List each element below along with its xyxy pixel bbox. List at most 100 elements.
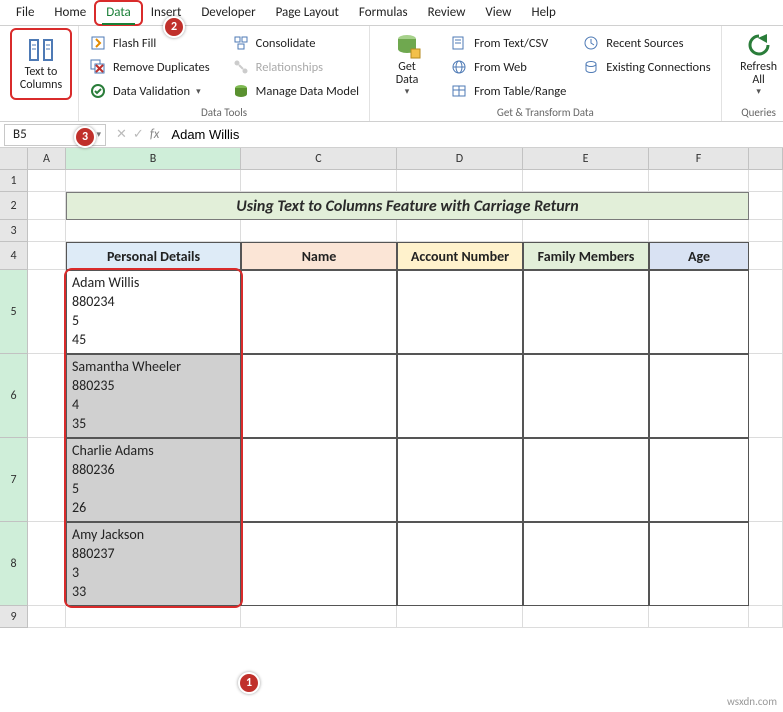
- col-D[interactable]: D: [397, 148, 523, 169]
- col-F[interactable]: F: [649, 148, 749, 169]
- relationships-label: Relationships: [256, 60, 323, 75]
- col-B[interactable]: B: [66, 148, 241, 169]
- from-text-csv-button[interactable]: From Text/CSV: [446, 32, 570, 54]
- recent-sources-icon: [582, 34, 600, 52]
- group-data-tools-label: Data Tools: [85, 105, 363, 121]
- header-name: Name: [241, 242, 397, 270]
- flash-fill-icon: [89, 34, 107, 52]
- row-7[interactable]: 7: [0, 438, 28, 522]
- col-G[interactable]: [749, 148, 783, 169]
- relationships-icon: [232, 58, 250, 76]
- cell-C6[interactable]: [241, 354, 397, 438]
- cell-F8[interactable]: [649, 522, 749, 606]
- flash-fill-button[interactable]: Flash Fill: [85, 32, 214, 54]
- cell-B7[interactable]: Charlie Adams 880236 5 26: [66, 438, 241, 522]
- cancel-formula-icon[interactable]: ✕: [116, 127, 127, 142]
- col-A[interactable]: A: [28, 148, 66, 169]
- cell-C8[interactable]: [241, 522, 397, 606]
- tab-insert[interactable]: Insert: [141, 2, 192, 24]
- spreadsheet-grid[interactable]: 1 2 3 4 5 6 7 8 9 Using Text to Columns …: [0, 170, 783, 628]
- col-C[interactable]: C: [241, 148, 397, 169]
- remove-duplicates-button[interactable]: Remove Duplicates: [85, 56, 214, 78]
- relationships-button: Relationships: [228, 56, 363, 78]
- group-queries-label: Queries: [728, 105, 783, 121]
- fx-icon[interactable]: fx: [150, 127, 160, 142]
- flash-fill-label: Flash Fill: [113, 36, 156, 51]
- tab-help[interactable]: Help: [521, 2, 565, 24]
- header-account-number: Account Number: [397, 242, 523, 270]
- cell-F7[interactable]: [649, 438, 749, 522]
- consolidate-button[interactable]: Consolidate: [228, 32, 363, 54]
- cell-E8[interactable]: [523, 522, 649, 606]
- tab-data[interactable]: Data: [96, 2, 141, 24]
- tab-developer[interactable]: Developer: [191, 2, 265, 24]
- cell-B6[interactable]: Samantha Wheeler 880235 4 35: [66, 354, 241, 438]
- menu-tabs: File Home Data Insert Developer Page Lay…: [0, 0, 783, 26]
- cell-B8[interactable]: Amy Jackson 880237 3 33: [66, 522, 241, 606]
- recent-sources-button[interactable]: Recent Sources: [578, 32, 714, 54]
- header-personal-details: Personal Details: [66, 242, 241, 270]
- column-headers: A B C D E F: [0, 148, 783, 170]
- ribbon: Text to Columns Flash Fill Remove Duplic…: [0, 26, 783, 122]
- get-data-button[interactable]: Get Data ▾: [376, 28, 438, 100]
- cell-F6[interactable]: [649, 354, 749, 438]
- tab-page-layout[interactable]: Page Layout: [266, 2, 349, 24]
- row-2[interactable]: 2: [0, 192, 28, 220]
- tab-home[interactable]: Home: [44, 2, 96, 24]
- select-all-corner[interactable]: [0, 148, 28, 169]
- get-data-icon: [393, 31, 421, 59]
- remove-duplicates-icon: [89, 58, 107, 76]
- cell-D7[interactable]: [397, 438, 523, 522]
- formula-bar: B5 ▾ ✕ ✓ fx: [0, 122, 783, 148]
- cell-E7[interactable]: [523, 438, 649, 522]
- cell-D8[interactable]: [397, 522, 523, 606]
- callout-1: 1: [238, 672, 260, 694]
- enter-formula-icon[interactable]: ✓: [133, 127, 144, 142]
- refresh-all-button[interactable]: Refresh All ▾: [728, 28, 783, 100]
- formula-input[interactable]: [165, 124, 783, 146]
- row-1[interactable]: 1: [0, 170, 28, 192]
- name-box[interactable]: B5 ▾: [4, 124, 106, 146]
- existing-connections-button[interactable]: Existing Connections: [578, 56, 714, 78]
- refresh-all-label: Refresh All: [740, 61, 777, 87]
- consolidate-label: Consolidate: [256, 36, 316, 51]
- cell-C5[interactable]: [241, 270, 397, 354]
- from-table-range-label: From Table/Range: [474, 84, 566, 99]
- manage-data-model-label: Manage Data Model: [256, 84, 359, 99]
- tab-review[interactable]: Review: [418, 2, 476, 24]
- row-8[interactable]: 8: [0, 522, 28, 606]
- name-box-value: B5: [13, 127, 27, 142]
- cell-D5[interactable]: [397, 270, 523, 354]
- tab-formulas[interactable]: Formulas: [349, 2, 418, 24]
- text-to-columns-button[interactable]: Text to Columns: [10, 28, 72, 100]
- data-validation-button[interactable]: Data Validation ▾: [85, 80, 214, 102]
- existing-connections-icon: [582, 58, 600, 76]
- cell-E5[interactable]: [523, 270, 649, 354]
- refresh-all-icon: [745, 31, 773, 59]
- consolidate-icon: [232, 34, 250, 52]
- group-get-transform-label: Get & Transform Data: [376, 105, 715, 121]
- sheet-title: Using Text to Columns Feature with Carri…: [66, 192, 749, 220]
- cell-D6[interactable]: [397, 354, 523, 438]
- row-9[interactable]: 9: [0, 606, 28, 628]
- row-4[interactable]: 4: [0, 242, 28, 270]
- tab-file[interactable]: File: [6, 2, 44, 24]
- manage-data-model-icon: [232, 82, 250, 100]
- from-web-label: From Web: [474, 60, 527, 75]
- cell-C7[interactable]: [241, 438, 397, 522]
- from-table-range-button[interactable]: From Table/Range: [446, 80, 570, 102]
- tab-view[interactable]: View: [475, 2, 521, 24]
- row-6[interactable]: 6: [0, 354, 28, 438]
- row-3[interactable]: 3: [0, 220, 28, 242]
- watermark: wsxdn.com: [727, 695, 777, 708]
- row-headers: 1 2 3 4 5 6 7 8 9: [0, 170, 28, 628]
- from-text-csv-icon: [450, 34, 468, 52]
- cell-B5[interactable]: Adam Willis 880234 5 45: [66, 270, 241, 354]
- cell-E6[interactable]: [523, 354, 649, 438]
- manage-data-model-button[interactable]: Manage Data Model: [228, 80, 363, 102]
- cell-F5[interactable]: [649, 270, 749, 354]
- from-web-button[interactable]: From Web: [446, 56, 570, 78]
- col-E[interactable]: E: [523, 148, 649, 169]
- get-data-label: Get Data: [396, 61, 419, 87]
- row-5[interactable]: 5: [0, 270, 28, 354]
